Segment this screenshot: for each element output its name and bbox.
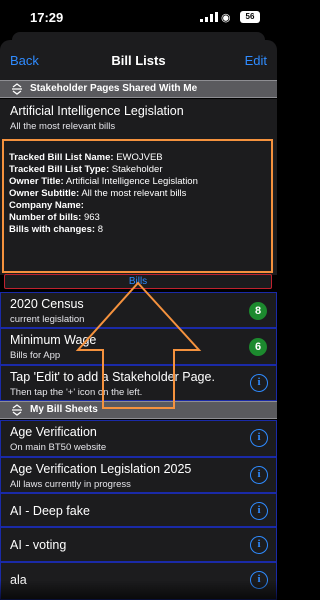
highlight-annotation-box <box>2 139 273 273</box>
wifi-icon: ◉ <box>221 12 231 24</box>
row-title: AI - Deep fake <box>10 504 90 518</box>
row-title: Age Verification Legislation 2025 <box>10 462 192 476</box>
bottom-fade <box>0 580 277 600</box>
list-item[interactable]: Tap 'Edit' to add a Stakeholder Page. Th… <box>0 365 277 401</box>
section-header-shared: Stakeholder Pages Shared With Me <box>0 80 277 98</box>
status-time: 17:29 <box>30 10 64 25</box>
row-subtitle: Then tap the '+' icon on the left. <box>10 387 143 398</box>
page-title: Bill Lists <box>111 53 166 68</box>
sheet-backdrop <box>12 32 265 40</box>
list-item[interactable]: AI - Deep fake i <box>0 493 277 527</box>
row-subtitle: On main BT50 website <box>10 442 107 453</box>
bills-button[interactable]: Bills <box>4 274 272 289</box>
info-icon[interactable]: i <box>250 429 268 447</box>
change-count-badge: 6 <box>249 338 267 356</box>
row-subtitle: Bills for App <box>10 350 61 361</box>
info-icon[interactable]: i <box>250 466 268 484</box>
row-subtitle: current legislation <box>10 314 85 325</box>
sort-arrows-icon <box>12 404 22 416</box>
nav-bar: Back Bill Lists Edit <box>0 40 277 80</box>
shared-page-header[interactable]: Artificial Intelligence Legislation All … <box>0 99 277 137</box>
list-item[interactable]: Age Verification Legislation 2025 All la… <box>0 457 277 493</box>
row-subtitle: All the most relevant bills <box>10 121 116 132</box>
row-title: AI - voting <box>10 538 67 552</box>
list-item[interactable]: 2020 Census current legislation 8 <box>0 292 277 328</box>
cellular-signal-icon <box>200 12 218 22</box>
edit-button[interactable]: Edit <box>245 53 267 68</box>
status-bar: 17:29 ◉ 56 <box>0 0 277 32</box>
row-title: Minimum Wage <box>10 333 97 347</box>
section-header-my-bill-sheets: My Bill Sheets <box>0 401 277 419</box>
row-subtitle: All laws currently in progress <box>10 479 131 490</box>
sort-arrows-icon <box>12 83 22 95</box>
list-item[interactable]: Minimum Wage Bills for App 6 <box>0 328 277 365</box>
section-title: Stakeholder Pages Shared With Me <box>30 83 198 94</box>
battery-icon: 56 <box>240 11 260 23</box>
row-title: Tap 'Edit' to add a Stakeholder Page. <box>10 370 215 384</box>
list-item[interactable]: Age Verification On main BT50 website i <box>0 420 277 457</box>
row-title: Age Verification <box>10 425 97 439</box>
list-item[interactable]: AI - voting i <box>0 527 277 562</box>
row-title: 2020 Census <box>10 297 84 311</box>
row-title: Artificial Intelligence Legislation <box>10 104 184 118</box>
info-icon[interactable]: i <box>250 502 268 520</box>
info-icon[interactable]: i <box>250 536 268 554</box>
section-title: My Bill Sheets <box>30 404 98 415</box>
change-count-badge: 8 <box>249 302 267 320</box>
info-icon[interactable]: i <box>250 374 268 392</box>
